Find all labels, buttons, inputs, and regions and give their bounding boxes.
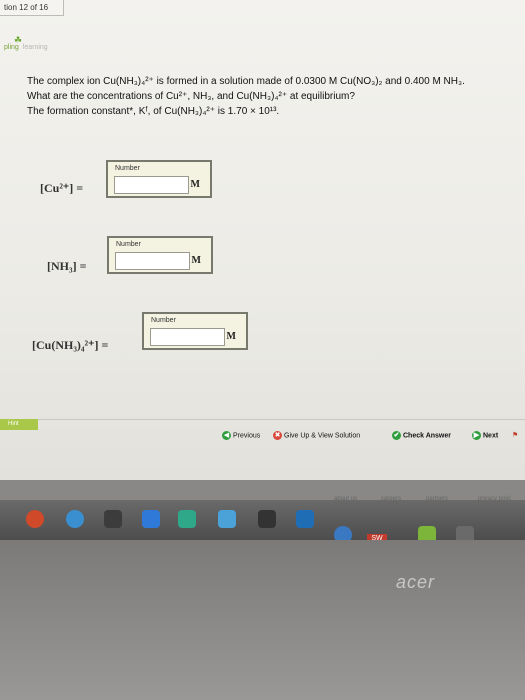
- footer-link-careers[interactable]: careers: [381, 496, 401, 502]
- acer-logo: acer: [396, 572, 436, 592]
- outlook-icon[interactable]: [142, 510, 160, 528]
- app-icon[interactable]: [104, 510, 122, 528]
- question-counter: tion 12 of 16: [0, 0, 64, 16]
- next-icon: ▶: [472, 431, 481, 440]
- give-up-button[interactable]: ✖ Give Up & View Solution: [273, 431, 360, 440]
- footer-link-partners[interactable]: partners: [426, 496, 448, 502]
- hint-button[interactable]: Hint: [0, 419, 38, 430]
- calculator-icon[interactable]: [218, 510, 236, 528]
- previous-icon: ◀: [222, 431, 231, 440]
- flag-icon[interactable]: ⚑: [512, 431, 518, 439]
- laptop-bezel: [0, 540, 525, 700]
- cu-ion-input[interactable]: [114, 176, 189, 194]
- next-label: Next: [483, 432, 499, 440]
- word-icon[interactable]: [296, 510, 314, 528]
- question-line-3: The formation constant*, Kᶠ, of Cu(NH₃)₄…: [27, 106, 280, 117]
- cu-ion-label: [Cu²⁺] =: [40, 181, 84, 195]
- question-text: The complex ion Cu(NH₃)₄²⁺ is formed in …: [27, 74, 522, 119]
- complex-ion-label: [Cu(NH₃)₄²⁺] =: [32, 338, 109, 352]
- question-line-2: What are the concentrations of Cu²⁺, NH₃…: [27, 91, 355, 102]
- sapling-logo: ☘ pling learning: [4, 35, 48, 51]
- nh3-input[interactable]: [115, 252, 190, 270]
- footer-link-privacy[interactable]: privacy polic: [478, 496, 511, 502]
- logo-subtext: learning: [22, 44, 48, 51]
- headphones-icon[interactable]: [178, 510, 196, 528]
- question-line-1: The complex ion Cu(NH₃)₄²⁺ is formed in …: [27, 76, 465, 87]
- unit-label: M: [226, 331, 236, 342]
- check-answer-button[interactable]: ✔ Check Answer: [392, 431, 451, 440]
- previous-button[interactable]: ◀ Previous: [222, 431, 260, 440]
- nh3-label: [NH₃] =: [47, 259, 87, 273]
- next-button[interactable]: ▶ Next: [472, 431, 498, 440]
- globe-icon[interactable]: [66, 510, 84, 528]
- give-up-label: Give Up & View Solution: [284, 432, 361, 440]
- answer-box-complex: Number M: [142, 312, 248, 350]
- answer-box-cu: Number M: [106, 160, 212, 198]
- leaf-icon: ☘: [14, 35, 23, 45]
- terminal-icon[interactable]: [258, 510, 276, 528]
- number-label: Number: [151, 317, 176, 324]
- answer-box-nh3: Number M: [107, 236, 213, 274]
- unit-label: M: [190, 179, 200, 190]
- check-answer-label: Check Answer: [403, 432, 451, 440]
- complex-ion-input[interactable]: [150, 328, 225, 346]
- give-up-icon: ✖: [273, 431, 282, 440]
- footer-link-about[interactable]: about us: [334, 496, 357, 502]
- unit-label: M: [191, 255, 201, 266]
- browser-screen: tion 12 of 16 ☘ pling learning The comple…: [0, 0, 525, 480]
- check-icon: ✔: [392, 431, 401, 440]
- hint-label: Hint: [8, 421, 19, 427]
- number-label: Number: [116, 241, 141, 248]
- chrome-icon[interactable]: [26, 510, 44, 528]
- previous-label: Previous: [233, 432, 261, 440]
- number-label: Number: [115, 165, 140, 172]
